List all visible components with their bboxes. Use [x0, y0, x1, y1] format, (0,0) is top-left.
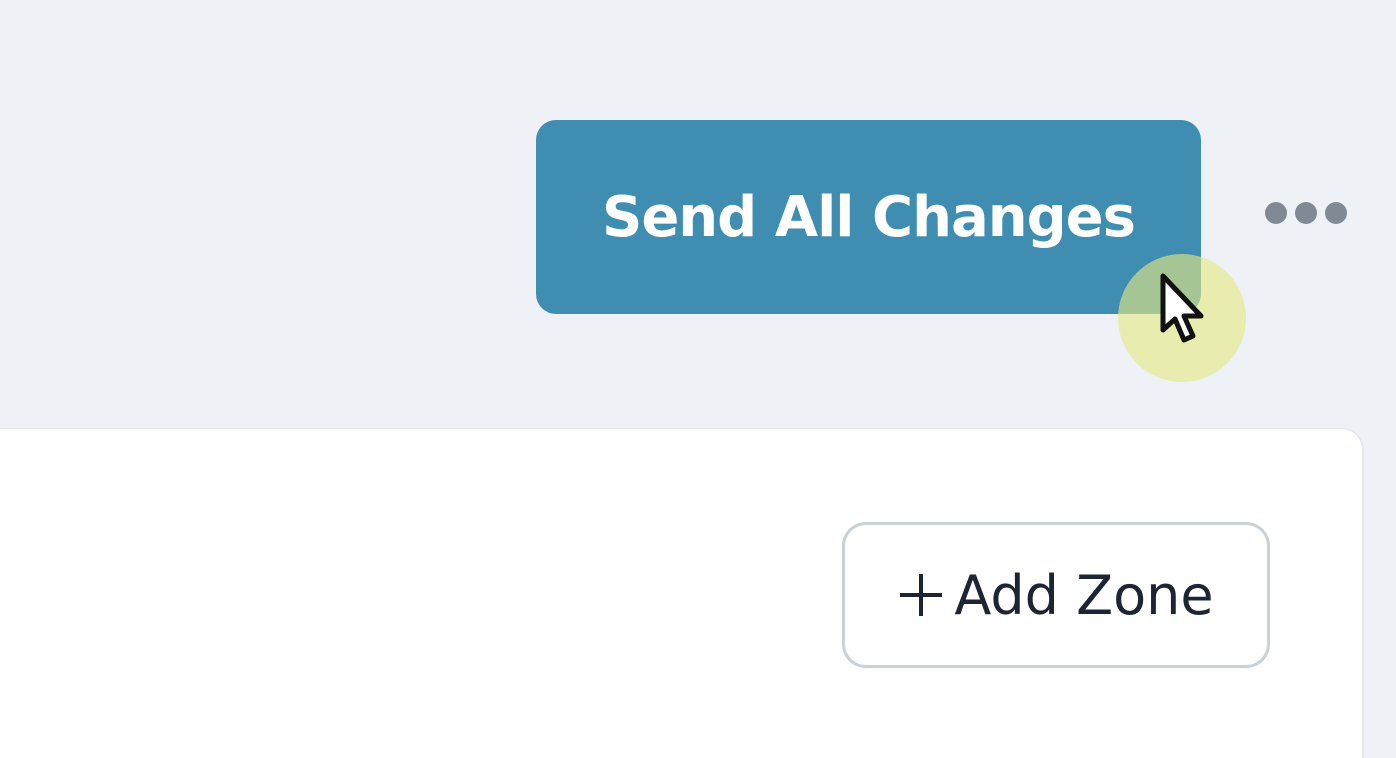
send-all-changes-label: Send All Changes — [601, 184, 1136, 250]
plus-icon — [898, 572, 944, 618]
more-options-button[interactable] — [1265, 196, 1369, 230]
add-zone-button[interactable]: Add Zone — [842, 522, 1270, 668]
send-all-changes-button[interactable]: Send All Changes — [536, 120, 1201, 314]
add-zone-label: Add Zone — [954, 563, 1214, 627]
more-horizontal-icon — [1265, 202, 1347, 224]
